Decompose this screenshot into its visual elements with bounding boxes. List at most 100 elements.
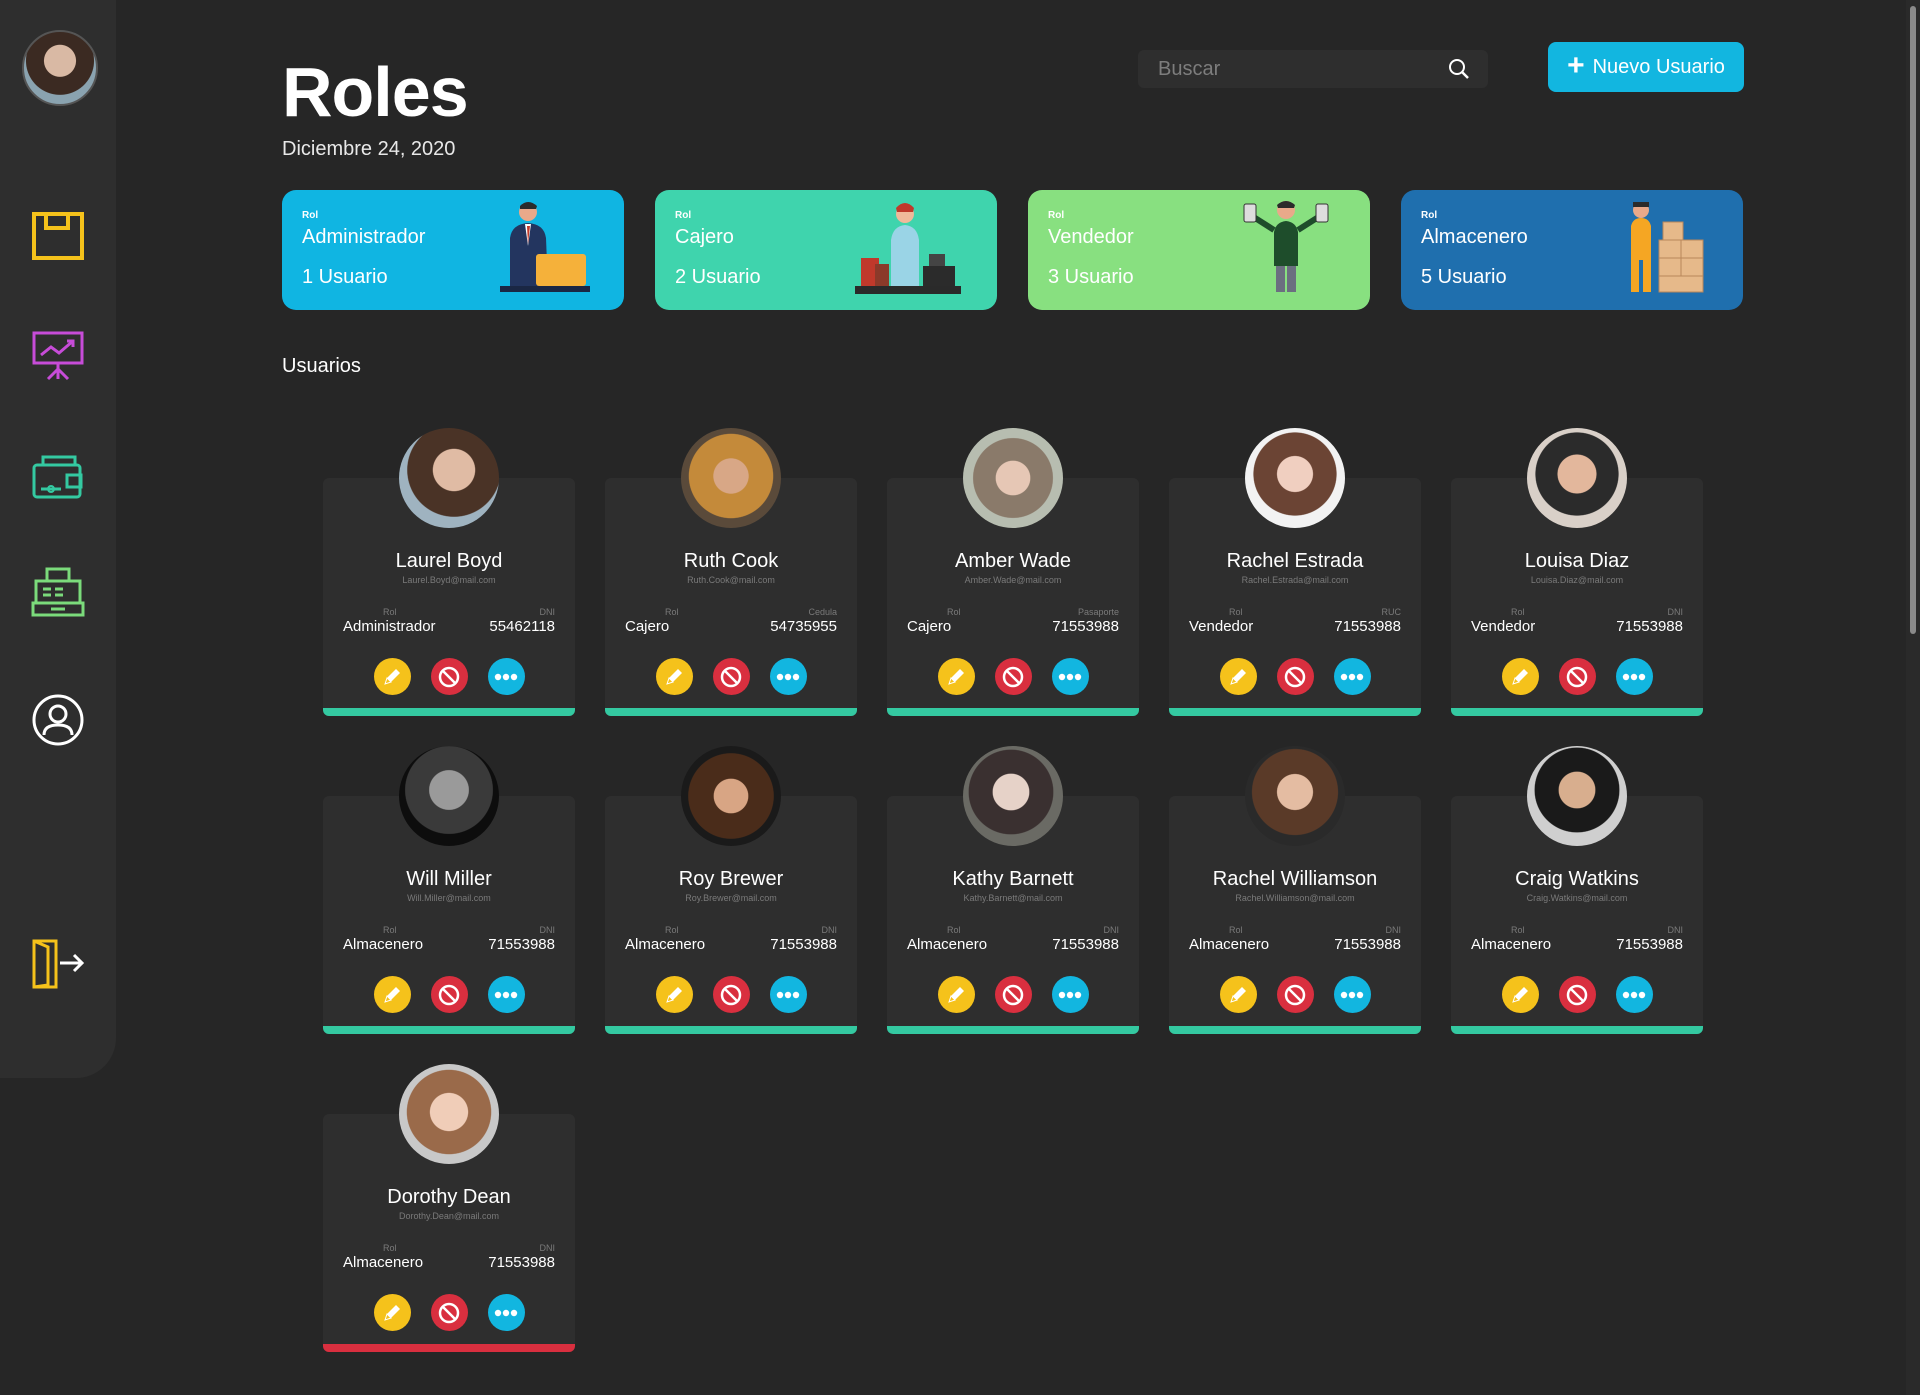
block-button[interactable]: [994, 976, 1032, 1013]
user-role: Almacenero: [907, 936, 988, 953]
block-button[interactable]: [430, 1294, 468, 1331]
edit-button[interactable]: [373, 1294, 411, 1331]
user-avatar[interactable]: [399, 746, 499, 846]
role-label: Rol: [383, 607, 397, 617]
user-avatar[interactable]: [1245, 428, 1345, 528]
user-avatar[interactable]: [681, 746, 781, 846]
more-button[interactable]: [487, 658, 525, 695]
user-name: Louisa Diaz: [1524, 550, 1630, 572]
role-label: Rol: [383, 1243, 397, 1253]
role-label: Rol: [665, 925, 679, 935]
ban-icon: [1284, 666, 1306, 687]
new-user-button[interactable]: + Nuevo Usuario: [1548, 42, 1744, 92]
edit-button[interactable]: [937, 658, 975, 695]
user-card: Ruth Cook Ruth.Cook@mail.com Rol Cedula …: [605, 428, 857, 716]
status-bar: [887, 708, 1139, 716]
user-avatar[interactable]: [399, 1064, 499, 1164]
user-name: Ruth Cook: [683, 550, 779, 572]
user-avatar[interactable]: [1245, 746, 1345, 846]
status-bar: [1169, 708, 1421, 716]
edit-button[interactable]: [1219, 658, 1257, 695]
block-button[interactable]: [430, 976, 468, 1013]
page-date: Diciembre 24, 2020: [282, 138, 456, 160]
scrollbar-thumb[interactable]: [1910, 6, 1916, 634]
user-email: Amber.Wade@mail.com: [964, 575, 1062, 585]
more-button[interactable]: [487, 976, 525, 1013]
role-card-administrador[interactable]: Rol Administrador 1 Usuario: [282, 190, 624, 310]
nav-wallet[interactable]: [28, 446, 88, 506]
edit-button[interactable]: [373, 976, 411, 1013]
user-document: 71553988: [770, 936, 837, 953]
edit-button[interactable]: [655, 976, 693, 1013]
block-button[interactable]: [1276, 658, 1314, 695]
block-button[interactable]: [1558, 976, 1596, 1013]
user-actions: [887, 658, 1139, 695]
nav-users[interactable]: [28, 690, 88, 750]
nav-notes[interactable]: [28, 206, 88, 266]
document-label: DNI: [1667, 925, 1684, 935]
user-card: Rachel Williamson Rachel.Williamson@mail…: [1169, 746, 1421, 1034]
user-avatar[interactable]: [1527, 746, 1627, 846]
ban-icon: [720, 984, 742, 1005]
user-role: Almacenero: [343, 1254, 424, 1271]
search-icon[interactable]: [1448, 58, 1470, 85]
edit-button[interactable]: [373, 658, 411, 695]
role-card-almacenero[interactable]: Rol Almacenero 5 Usuario: [1401, 190, 1743, 310]
more-button[interactable]: [769, 658, 807, 695]
role-name: Vendedor: [1048, 226, 1134, 248]
more-button[interactable]: [1333, 658, 1371, 695]
block-button[interactable]: [994, 658, 1032, 695]
more-button[interactable]: [487, 1294, 525, 1331]
role-name: Cajero: [675, 226, 734, 248]
edit-button[interactable]: [1501, 976, 1539, 1013]
user-avatar[interactable]: [963, 746, 1063, 846]
pencil-icon: [384, 668, 400, 685]
edit-button[interactable]: [655, 658, 693, 695]
user-avatar[interactable]: [681, 428, 781, 528]
block-button[interactable]: [1276, 976, 1314, 1013]
role-label: Rol: [1229, 925, 1243, 935]
current-user-avatar[interactable]: [22, 30, 98, 106]
more-button[interactable]: [1051, 976, 1089, 1013]
nav-cashier[interactable]: [28, 562, 88, 622]
user-name: Dorothy Dean: [387, 1186, 511, 1208]
more-button[interactable]: [769, 976, 807, 1013]
block-button[interactable]: [712, 658, 750, 695]
more-button[interactable]: [1615, 658, 1653, 695]
scrollbar[interactable]: [1906, 0, 1920, 1395]
user-actions: [323, 976, 575, 1013]
user-actions: [605, 976, 857, 1013]
pencil-icon: [948, 668, 964, 685]
ban-icon: [1002, 984, 1024, 1005]
user-actions: [1169, 976, 1421, 1013]
document-label: DNI: [1667, 607, 1684, 617]
user-avatar[interactable]: [1527, 428, 1627, 528]
presentation-chart-icon: [32, 331, 84, 381]
more-button[interactable]: [1615, 976, 1653, 1013]
block-button[interactable]: [1558, 658, 1596, 695]
edit-button[interactable]: [1501, 658, 1539, 695]
user-card: Will Miller Will.Miller@mail.com Rol DNI…: [323, 746, 575, 1034]
search-input[interactable]: [1138, 56, 1440, 82]
role-card-cajero[interactable]: Rol Cajero 2 Usuario: [655, 190, 997, 310]
user-role: Almacenero: [1189, 936, 1270, 953]
edit-button[interactable]: [1219, 976, 1257, 1013]
user-email: Dorothy.Dean@mail.com: [398, 1211, 499, 1221]
block-button[interactable]: [430, 658, 468, 695]
nav-reports[interactable]: [28, 326, 88, 386]
user-avatar[interactable]: [399, 428, 499, 528]
more-button[interactable]: [1051, 658, 1089, 695]
nav-logout[interactable]: [28, 934, 88, 994]
edit-button[interactable]: [937, 976, 975, 1013]
user-name: Craig Watkins: [1515, 868, 1639, 890]
block-button[interactable]: [712, 976, 750, 1013]
document-label: DNI: [1103, 925, 1120, 935]
role-label: Rol: [947, 607, 961, 617]
user-name: Laurel Boyd: [395, 550, 503, 572]
user-avatar[interactable]: [963, 428, 1063, 528]
pencil-icon: [1230, 986, 1246, 1003]
more-button[interactable]: [1333, 976, 1371, 1013]
status-bar: [1451, 708, 1703, 716]
role-card-vendedor[interactable]: Rol Vendedor 3 Usuario: [1028, 190, 1370, 310]
status-bar: [1169, 1026, 1421, 1034]
